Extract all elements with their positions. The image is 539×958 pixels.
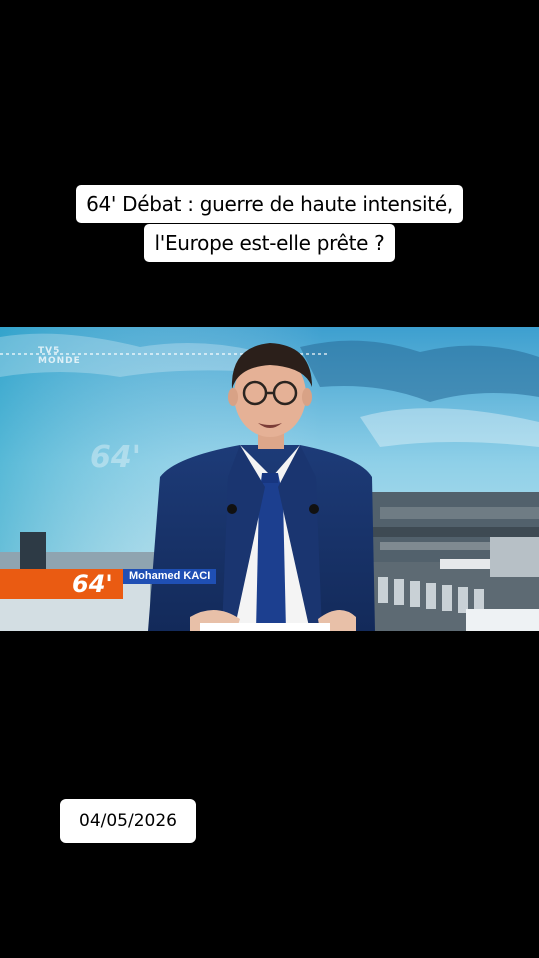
channel-logo-line1: TV5 (38, 346, 61, 356)
tv5monde-logo: TV5 MONDE (38, 346, 81, 366)
background-64-logo: 64' (90, 440, 141, 475)
lower-third-logo-box: 64' (0, 569, 123, 599)
program-logo: 64' (72, 570, 113, 598)
caption-line-2-wrapper: l'Europe est-elle prête ? (0, 224, 539, 262)
channel-logo-line2: MONDE (38, 356, 81, 366)
caption-line-1-wrapper: 64' Débat : guerre de haute intensité, (0, 185, 539, 223)
date-overlay: 04/05/2026 (60, 799, 196, 843)
presenter-name: Mohamed KACI (123, 569, 217, 584)
caption-line-1: 64' Débat : guerre de haute intensité, (76, 185, 463, 223)
lower-third: 64' Mohamed KACI (0, 569, 217, 599)
caption-line-2: l'Europe est-elle prête ? (144, 224, 395, 262)
